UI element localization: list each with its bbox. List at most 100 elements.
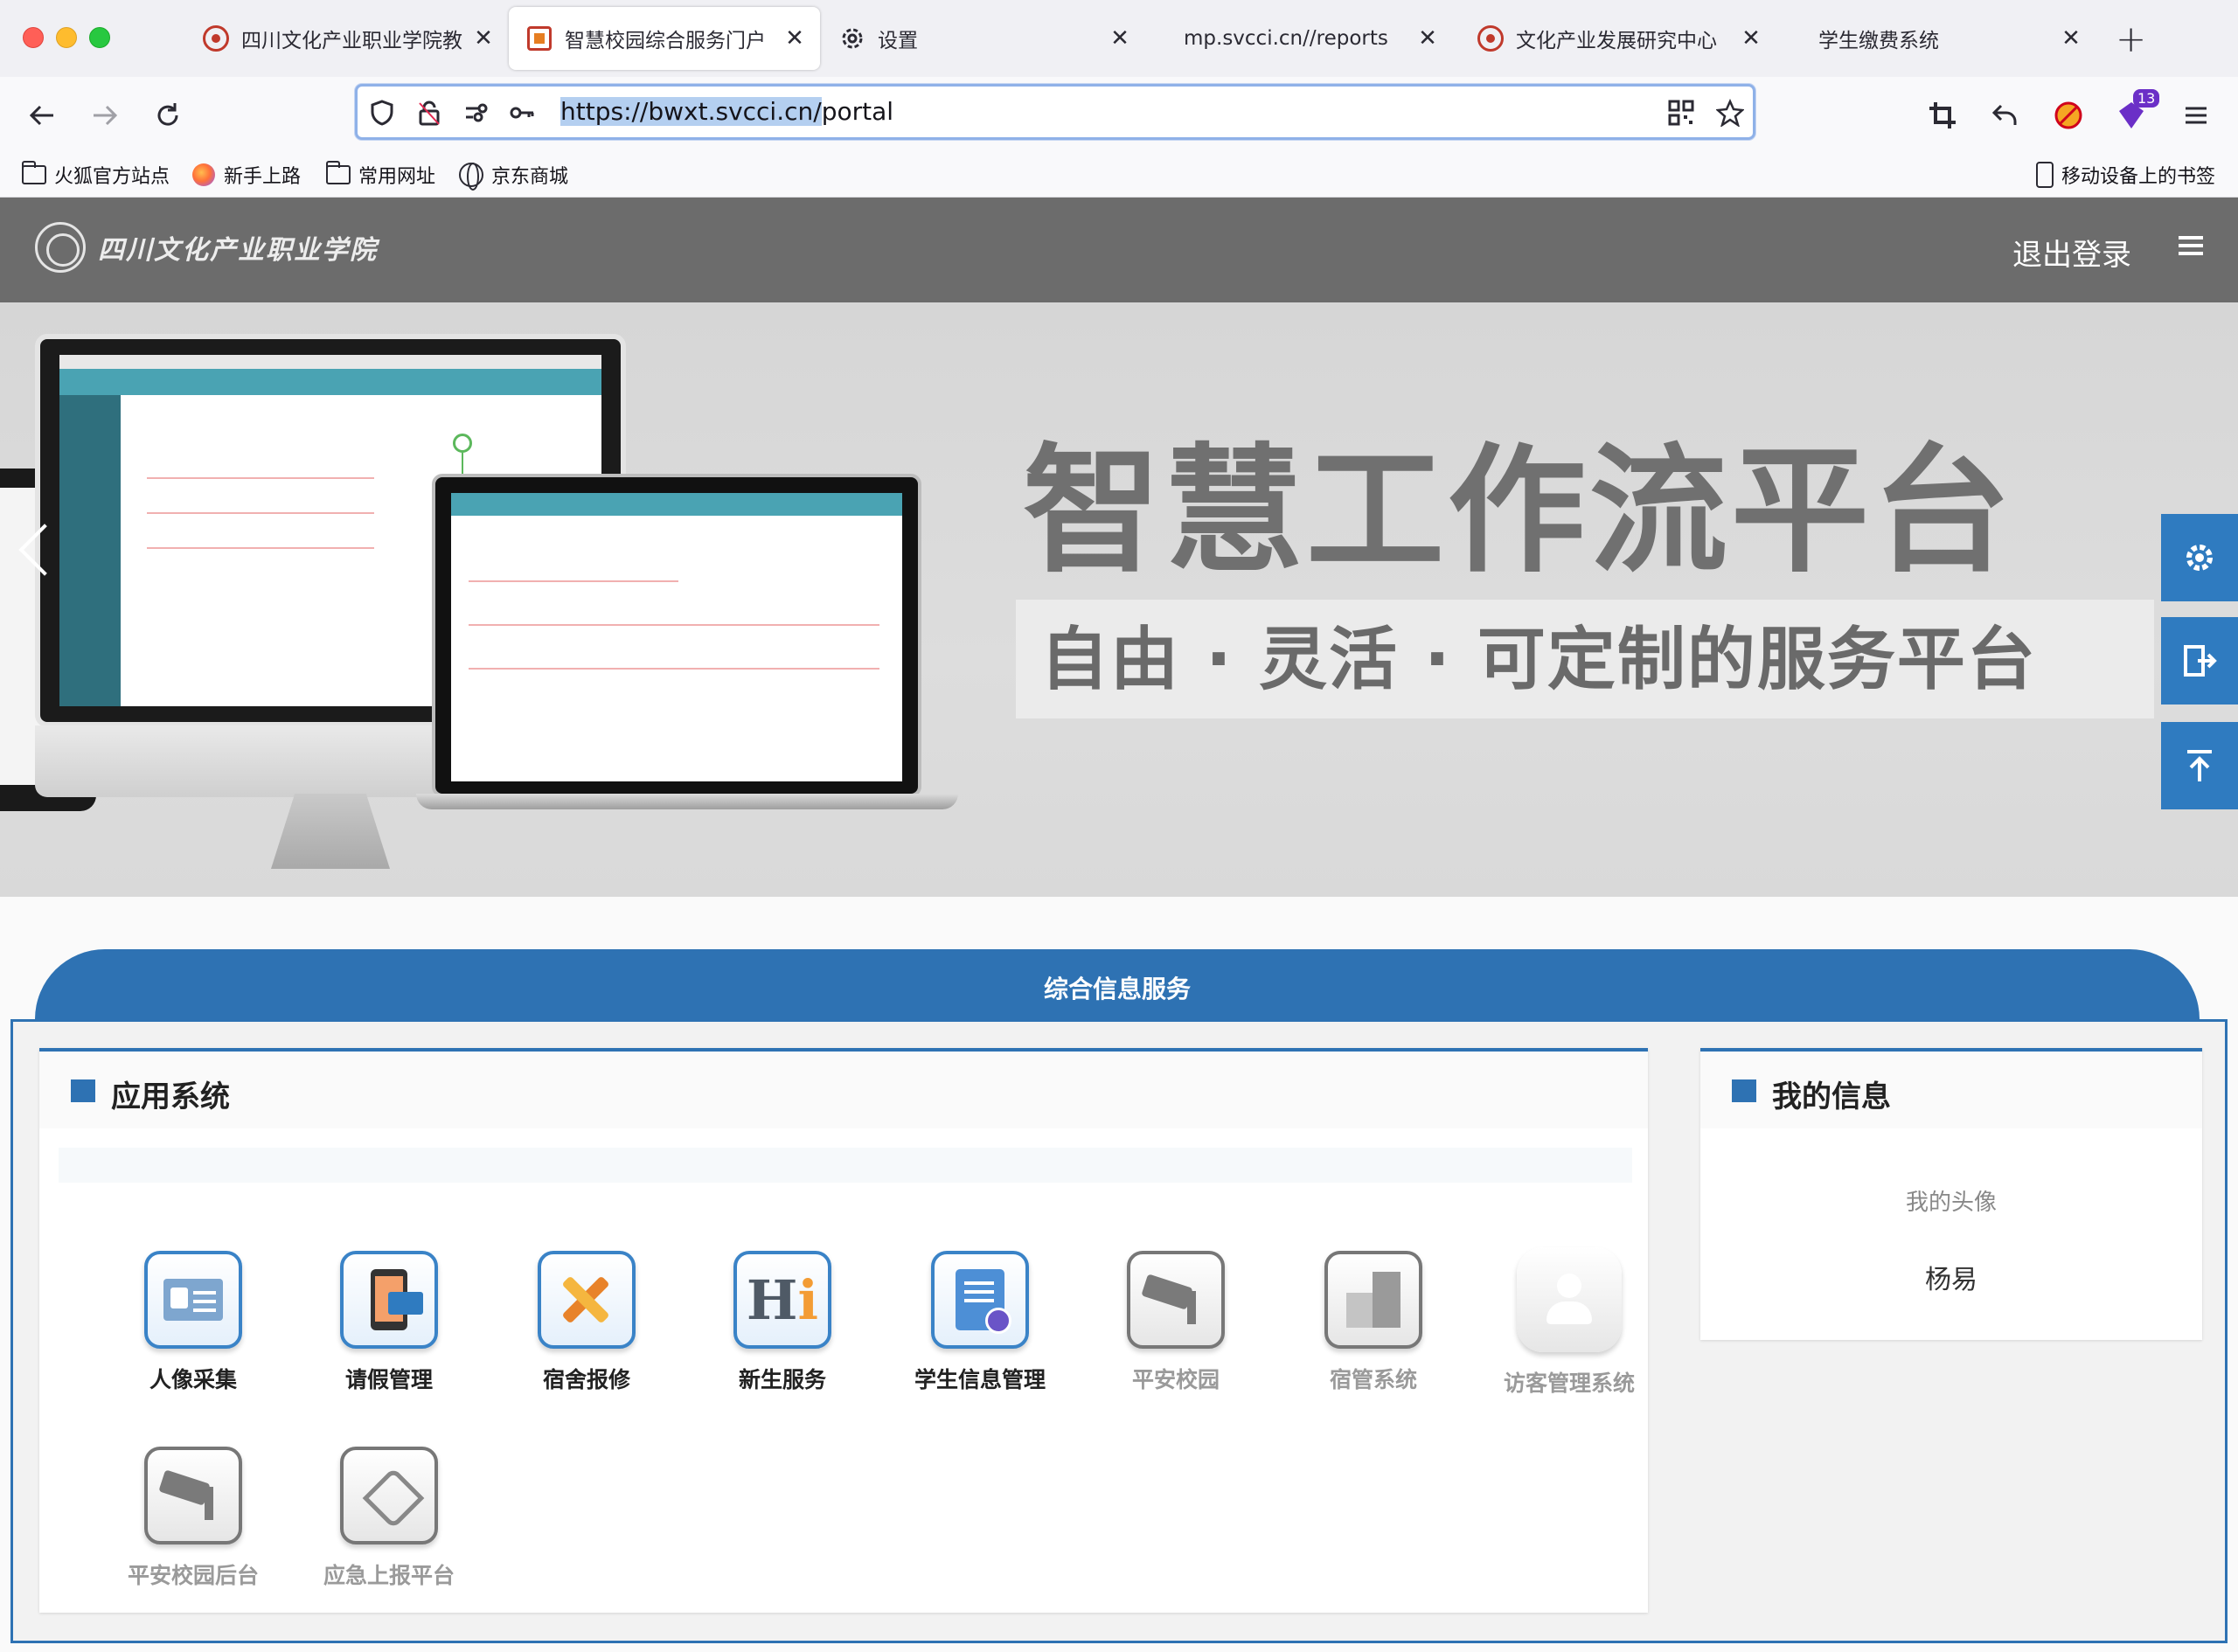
undo-button[interactable] <box>1984 94 2026 136</box>
my-info-card: 我的信息 我的头像 杨易 <box>1700 1048 2202 1340</box>
permissions-icon[interactable] <box>461 97 492 128</box>
key-icon[interactable] <box>506 97 538 128</box>
back-to-top-button[interactable] <box>2161 722 2238 809</box>
app-label: 新生服务 <box>738 1367 826 1392</box>
reload-icon <box>157 103 178 126</box>
shield-icon[interactable] <box>366 97 398 128</box>
reload-button[interactable] <box>147 94 189 136</box>
address-bar[interactable]: https://bwxt.svcci.cn/portal <box>355 84 1755 140</box>
app-emergency-report[interactable]: 应急上报平台 <box>302 1447 476 1590</box>
app-student-info[interactable]: 学生信息管理 <box>893 1251 1067 1394</box>
window-close-button[interactable] <box>23 27 44 48</box>
app-label: 平安校园后台 <box>127 1563 259 1588</box>
section-header: 综合信息服务 <box>35 949 2200 1024</box>
site-header: 四川文化产业职业学院 退出登录 <box>0 198 2238 302</box>
user-name: 杨易 <box>1925 1265 1977 1295</box>
menu-icon <box>2186 107 2207 124</box>
mobile-bookmarks[interactable]: 移动设备上的书签 <box>2035 161 2215 189</box>
school-seal-icon <box>1477 25 1504 52</box>
forward-arrow-icon <box>94 105 118 126</box>
bookmark-label: 京东商城 <box>491 166 569 188</box>
avatar-label[interactable]: 我的头像 <box>1700 1184 2202 1217</box>
close-icon[interactable]: ✕ <box>1414 25 1441 52</box>
logout-link[interactable]: 退出登录 <box>2012 231 2131 274</box>
banner-subtitle: 自由 · 灵活 · 可定制的服务平台 <box>1040 621 2037 699</box>
hi-icon: Hi <box>733 1251 831 1349</box>
extension-badge-button[interactable]: 13 <box>2110 89 2160 136</box>
hamburger-menu-icon[interactable] <box>2179 236 2203 260</box>
window-minimize-button[interactable] <box>56 27 77 48</box>
bookmark-label: 火狐官方站点 <box>54 166 170 188</box>
portal-page: 四川文化产业职业学院 退出登录 智慧工作流平台 自由 · 灵活 · 可定制的服务… <box>0 198 2238 1652</box>
exit-float-button[interactable] <box>2161 617 2238 705</box>
extension-blocker-button[interactable] <box>2047 94 2089 136</box>
qr-code-icon[interactable] <box>1665 97 1697 128</box>
screenshot-button[interactable] <box>1922 94 1963 136</box>
lock-icon[interactable] <box>414 97 445 128</box>
close-icon[interactable]: ✕ <box>782 25 808 52</box>
bookmark-common-sites[interactable]: 常用网址 <box>325 161 435 189</box>
tab-portal[interactable]: 智慧校园综合服务门户 ✕ <box>509 7 820 70</box>
app-label: 请假管理 <box>344 1367 433 1392</box>
close-icon[interactable]: ✕ <box>1107 25 1133 52</box>
app-safe-campus-admin[interactable]: 平安校园后台 <box>106 1447 281 1590</box>
app-dorm-system[interactable]: 宿管系统 <box>1286 1251 1461 1394</box>
security-camera-icon <box>1127 1251 1225 1349</box>
app-label: 人像采集 <box>149 1367 237 1392</box>
tab-research-center[interactable]: 文化产业发展研究中心 ✕ <box>1460 7 1776 70</box>
app-freshman-service[interactable]: Hi 新生服务 <box>695 1251 870 1394</box>
close-icon[interactable]: ✕ <box>2058 25 2084 52</box>
banner-title: 智慧工作流平台 <box>1023 431 2014 592</box>
new-tab-button[interactable]: + <box>2116 17 2146 60</box>
app-safe-campus[interactable]: 平安校园 <box>1088 1251 1263 1394</box>
tab-title: 设置 <box>878 30 918 52</box>
crop-icon <box>1929 102 1956 128</box>
close-icon[interactable]: ✕ <box>470 25 497 52</box>
bookmark-label: 新手上路 <box>224 166 302 188</box>
undo-icon <box>1991 104 2017 125</box>
mobile-device-icon <box>2035 162 2054 188</box>
app-leave-management[interactable]: 请假管理 <box>302 1251 476 1394</box>
arrow-up-icon <box>2187 750 2212 781</box>
bookmark-jd[interactable]: 京东商城 <box>458 161 569 191</box>
app-label: 访客管理系统 <box>1503 1371 1635 1396</box>
close-icon[interactable]: ✕ <box>1738 25 1764 52</box>
url-path: portal <box>821 97 894 126</box>
app-menu-button[interactable] <box>2175 94 2217 136</box>
tab-title: 四川文化产业职业学院教 <box>241 30 462 52</box>
my-info-header: 我的信息 <box>1700 1052 2202 1128</box>
blocker-icon <box>2054 101 2082 129</box>
app-visitor-management[interactable]: 访客管理系统 <box>1482 1247 1657 1398</box>
square-bullet-icon <box>1732 1079 1756 1102</box>
app-portrait-collection[interactable]: 人像采集 <box>106 1251 281 1394</box>
tab-payment[interactable]: 学生缴费系统 ✕ <box>1782 7 2096 70</box>
gear-icon <box>2186 545 2213 571</box>
tab-bar: 四川文化产业职业学院教 ✕ 智慧校园综合服务门户 ✕ 设置 ✕ mp.svcci… <box>0 0 2238 77</box>
back-button[interactable] <box>21 94 63 136</box>
visitor-icon <box>1517 1247 1622 1352</box>
tab-school-site[interactable]: 四川文化产业职业学院教 ✕ <box>185 7 509 70</box>
folder-icon <box>325 161 351 188</box>
apps-card: 应用系统 人像采集 请假管理 宿舍报修 Hi 新生服务 学生信息管理 平安校园 … <box>39 1048 1648 1613</box>
tab-title: 文化产业发展研究中心 <box>1516 30 1717 52</box>
forward-button[interactable] <box>84 94 126 136</box>
bookmark-firefox-official[interactable]: 火狐官方站点 <box>21 161 170 189</box>
app-label: 宿管系统 <box>1329 1367 1417 1392</box>
globe-icon <box>458 162 484 191</box>
section-title: 综合信息服务 <box>1043 975 1191 1003</box>
tab-reports[interactable]: mp.svcci.cn//reports ✕ <box>1147 7 1453 70</box>
bookmark-getting-started[interactable]: 新手上路 <box>191 161 301 189</box>
window-zoom-button[interactable] <box>89 27 110 48</box>
extension-badge-count: 13 <box>2133 89 2160 108</box>
laptop-illustration <box>416 474 974 823</box>
bookmark-star-icon[interactable] <box>1714 97 1746 128</box>
carousel-prev-arrow-icon[interactable] <box>14 517 49 587</box>
tab-title: 学生缴费系统 <box>1818 30 1939 52</box>
logo-text: 四川文化产业职业学院 <box>98 235 378 266</box>
tab-settings[interactable]: 设置 ✕ <box>822 7 1145 70</box>
url-text[interactable]: https://bwxt.svcci.cn/portal <box>560 97 893 126</box>
tab-title: mp.svcci.cn//reports <box>1184 27 1388 50</box>
school-logo[interactable]: 四川文化产业职业学院 <box>35 222 378 273</box>
app-dorm-repair[interactable]: 宿舍报修 <box>499 1251 674 1394</box>
settings-float-button[interactable] <box>2161 514 2238 601</box>
